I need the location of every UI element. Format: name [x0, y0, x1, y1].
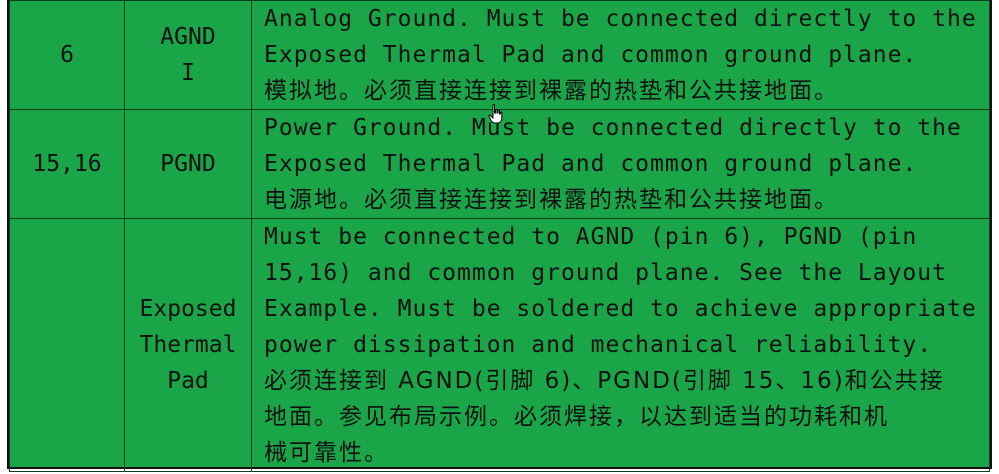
pin-name-line: Exposed [139, 296, 237, 322]
pin-name-line: AGND [160, 24, 216, 50]
pin-name-cell: Exposed Thermal Pad [124, 218, 252, 472]
pin-name-line: Thermal [139, 332, 237, 358]
description-line: Power Ground. Must be connected directly… [264, 115, 962, 141]
description-line-chinese: 电源地。必须直接连接到裸露的热垫和公共接地面。 [264, 187, 839, 213]
pin-name-line: PGND [160, 151, 216, 177]
description-line: Analog Ground. Must be connected directl… [264, 6, 977, 32]
pin-name-cell: AGND I [124, 0, 252, 110]
description-line: 15,16) and common ground plane. See the … [264, 260, 947, 286]
description-line-chinese: 地面。参见布局示例。必须焊接，以达到适当的功耗和机 [264, 404, 889, 430]
pin-number-cell: 15,16 [9, 109, 125, 219]
description-line: Must be connected to AGND (pin 6), PGND … [264, 224, 918, 250]
pin-name-cell: PGND [124, 109, 252, 219]
description-line: Exposed Thermal Pad and common ground pl… [264, 42, 918, 68]
description-line-chinese: 必须连接到 AGND(引脚 6)、PGND(引脚 15、16)和公共接 [264, 368, 945, 394]
pin-name-line: I [181, 60, 195, 86]
description-line: Exposed Thermal Pad and common ground pl… [264, 151, 918, 177]
pin-name-line: Pad [167, 368, 209, 394]
description-line-chinese: 械可靠性。 [264, 440, 389, 466]
pin-description-cell: Must be connected to AGND (pin 6), PGND … [251, 218, 990, 472]
pin-description-cell: Power Ground. Must be connected directly… [251, 109, 990, 219]
pin-number-cell: 6 [9, 0, 125, 110]
hand-pointer-icon [488, 104, 503, 124]
pin-function-table: 6 AGND I Analog Ground. Must be connecte… [7, 0, 992, 472]
table-row-agnd: 6 AGND I Analog Ground. Must be connecte… [9, 0, 990, 110]
pin-description-cell: Analog Ground. Must be connected directl… [251, 0, 990, 110]
description-line: power dissipation and mechanical reliabi… [264, 332, 933, 358]
description-line-chinese: 模拟地。必须直接连接到裸露的热垫和公共接地面。 [264, 78, 839, 104]
pin-table: 6 AGND I Analog Ground. Must be connecte… [9, 0, 990, 472]
description-line: Example. Must be soldered to achieve app… [264, 296, 977, 322]
table-row-exposed-thermal-pad: Exposed Thermal Pad Must be connected to… [9, 218, 990, 472]
pin-number-cell [9, 218, 125, 472]
table-row-pgnd: 15,16 PGND Power Ground. Must be connect… [9, 109, 990, 219]
